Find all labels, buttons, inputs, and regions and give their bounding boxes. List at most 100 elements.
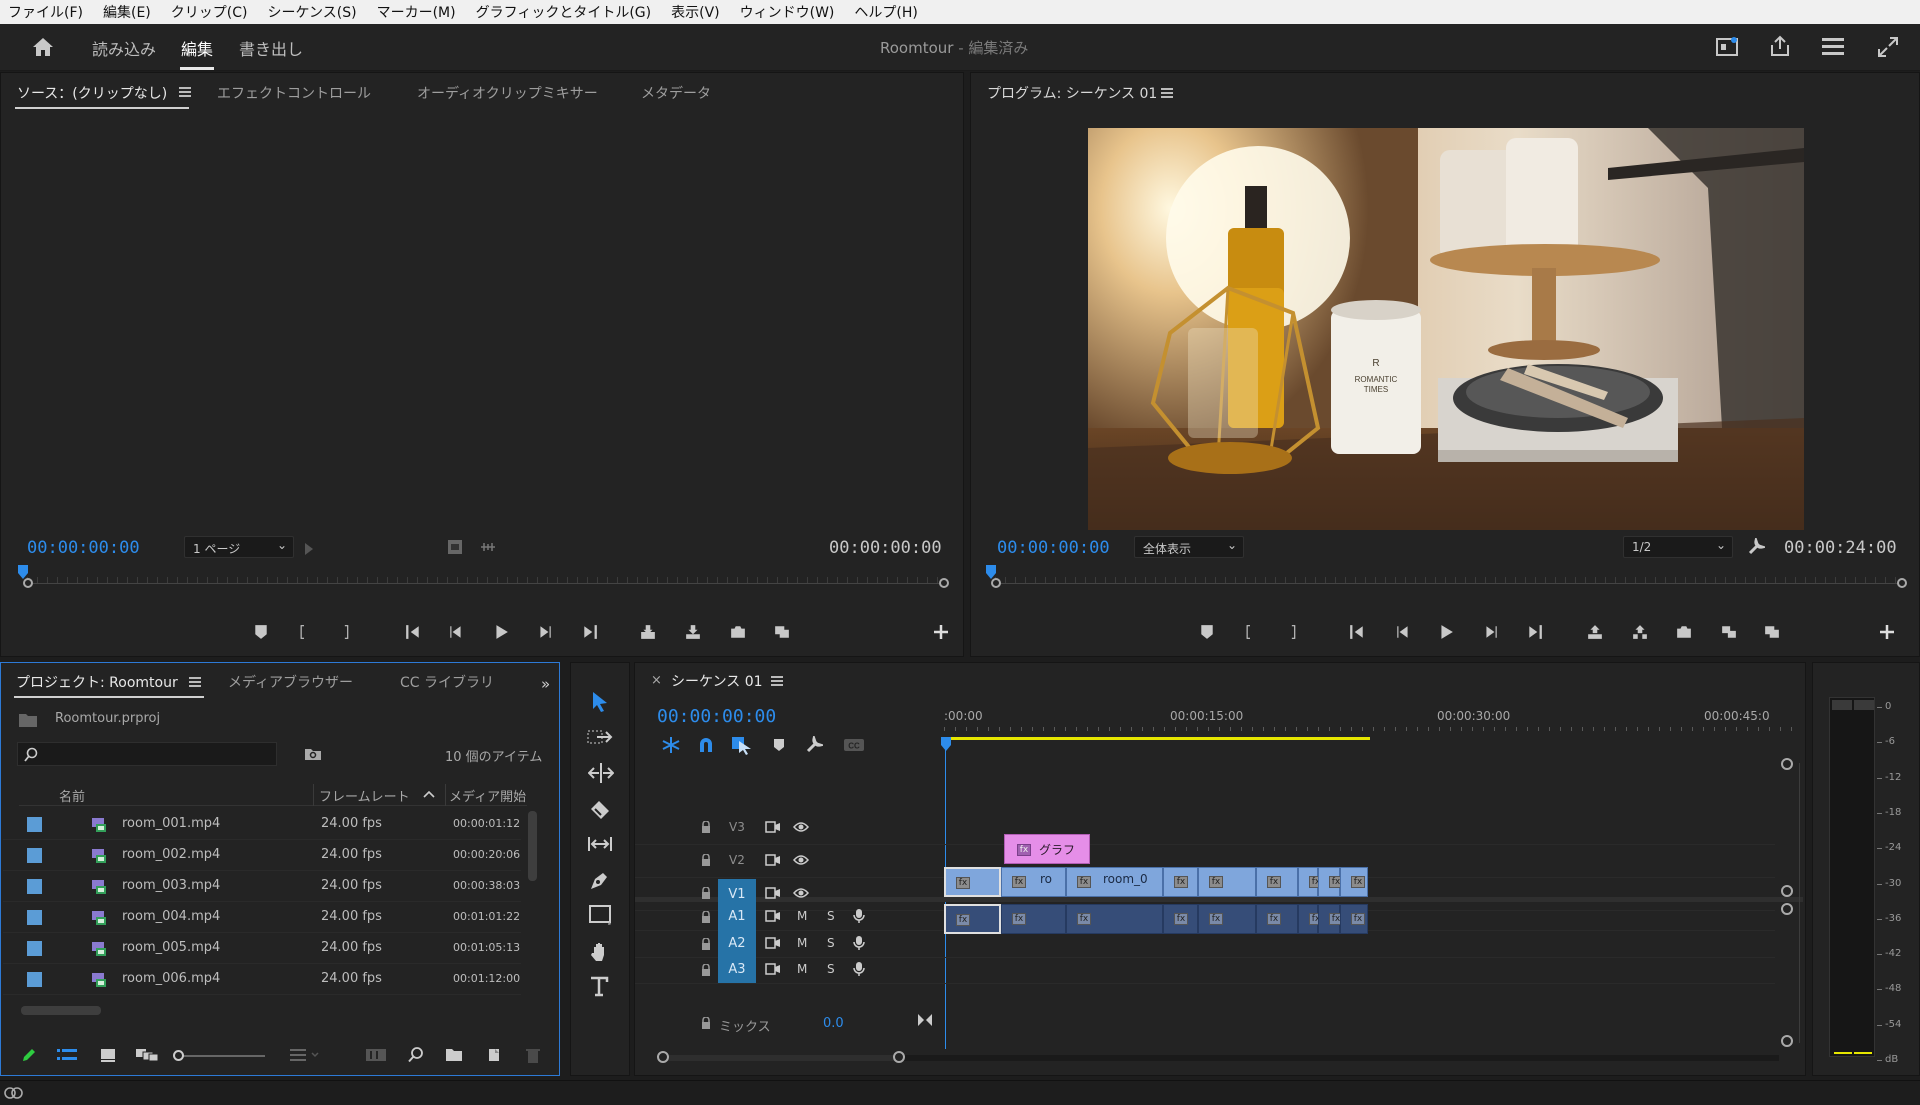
- scroll-handle-video-bottom[interactable]: [1781, 885, 1793, 897]
- razor-tool-icon[interactable]: [589, 799, 611, 821]
- track-target[interactable]: A1: [718, 902, 756, 930]
- write-protect-pencil-icon[interactable]: [21, 1047, 37, 1063]
- source-gotoout-icon[interactable]: [579, 621, 601, 643]
- audio-clip[interactable]: fx: [1163, 904, 1198, 934]
- home-icon[interactable]: [32, 36, 54, 58]
- source-markin-icon[interactable]: [293, 621, 315, 643]
- program-settings-wrench-icon[interactable]: [1747, 538, 1765, 556]
- list-item[interactable]: room_004.mp4 24.00 fps 00:01:01:22: [3, 902, 521, 933]
- track-target[interactable]: A3: [718, 955, 756, 983]
- sequence-menu-icon[interactable]: [771, 676, 783, 686]
- program-scrubber[interactable]: [986, 565, 1909, 597]
- icon-view-icon[interactable]: [100, 1048, 116, 1062]
- track-lock-icon[interactable]: [701, 911, 711, 923]
- selection-tool-icon[interactable]: [590, 691, 610, 713]
- audio-clip[interactable]: fx: [944, 904, 1001, 934]
- column-media-start[interactable]: メディア開始: [449, 786, 526, 805]
- tab-project[interactable]: プロジェクト: Roomtour: [16, 672, 178, 692]
- list-view-icon[interactable]: [57, 1049, 77, 1061]
- track-lock-icon[interactable]: [701, 821, 711, 833]
- source-overwrite-icon[interactable]: [682, 621, 704, 643]
- label-color-swatch[interactable]: [27, 910, 42, 925]
- source-stepback-icon[interactable]: [445, 621, 467, 643]
- creative-cloud-icon[interactable]: [4, 1085, 24, 1101]
- graphic-clip[interactable]: fx グラフ: [1004, 834, 1090, 864]
- scroll-handle-top[interactable]: [1781, 758, 1793, 770]
- source-playhead-timecode[interactable]: 00:00:00:00: [27, 538, 140, 558]
- voice-over-mic-icon[interactable]: [853, 908, 865, 924]
- tab-sequence[interactable]: シーケンス 01: [671, 671, 763, 691]
- column-frame-rate[interactable]: フレームレート: [319, 786, 410, 805]
- video-clip[interactable]: fx: [1256, 867, 1298, 897]
- source-playhead-icon[interactable]: [18, 565, 28, 579]
- program-stepback-icon[interactable]: [1392, 621, 1414, 643]
- timeline-ruler[interactable]: :00:00 00:00:15:00 00:00:30:00 00:00:45:…: [944, 707, 1802, 751]
- panel-overflow-icon[interactable]: »: [541, 675, 550, 693]
- automate-to-sequence-icon[interactable]: [366, 1049, 386, 1061]
- solo-track-button[interactable]: S: [827, 909, 835, 923]
- video-clip[interactable]: fx: [944, 867, 1001, 897]
- timeline-settings-wrench-icon[interactable]: [805, 736, 823, 754]
- tab-metadata[interactable]: メタデータ: [641, 83, 711, 103]
- source-add-button-icon[interactable]: [934, 625, 948, 639]
- timeline-playhead-icon[interactable]: [941, 737, 951, 751]
- audio-clip[interactable]: fx: [1256, 904, 1298, 934]
- menu-item[interactable]: クリップ(C): [171, 2, 248, 22]
- mix-go-to-icon[interactable]: [917, 1013, 933, 1027]
- source-compare-icon[interactable]: [771, 621, 793, 643]
- tab-source[interactable]: ソース：(クリップなし): [17, 83, 167, 103]
- program-marker-icon[interactable]: [1196, 621, 1218, 643]
- voice-over-mic-icon[interactable]: [853, 935, 865, 951]
- video-clip[interactable]: fx: [1318, 867, 1343, 897]
- program-playhead-timecode[interactable]: 00:00:00:00: [997, 538, 1110, 558]
- program-resolution-select[interactable]: 1/2 ⌄: [1623, 536, 1733, 558]
- program-add-button-icon[interactable]: [1880, 625, 1894, 639]
- tab-audio-clip-mixer[interactable]: オーディオクリップミキサー: [417, 83, 598, 103]
- ripple-edit-tool-icon[interactable]: [588, 762, 614, 784]
- list-item[interactable]: room_001.mp4 24.00 fps 00:00:01:12: [3, 809, 521, 840]
- source-camera-icon[interactable]: [727, 621, 749, 643]
- menu-item[interactable]: ファイル(F): [8, 2, 83, 22]
- hand-tool-icon[interactable]: [589, 941, 611, 963]
- sort-ascending-icon[interactable]: [423, 790, 435, 798]
- label-color-swatch[interactable]: [27, 817, 42, 832]
- audio-clip[interactable]: fx: [1318, 904, 1343, 934]
- workspace-edit-tab[interactable]: 編集: [181, 36, 213, 60]
- solo-track-button[interactable]: S: [827, 936, 835, 950]
- video-clip[interactable]: fx: [1298, 867, 1323, 897]
- peak-indicator-left[interactable]: [1832, 700, 1852, 710]
- label-color-swatch[interactable]: [27, 972, 42, 987]
- project-search-input[interactable]: [17, 742, 277, 766]
- source-marker-icon[interactable]: [250, 621, 272, 643]
- audio-clip[interactable]: fx: [1298, 904, 1323, 934]
- label-color-swatch[interactable]: [27, 879, 42, 894]
- list-item[interactable]: room_006.mp4 24.00 fps 00:01:12:00: [3, 964, 521, 995]
- source-drag-audio-icon[interactable]: [479, 541, 497, 553]
- list-item[interactable]: room_003.mp4 24.00 fps 00:00:38:03: [3, 871, 521, 902]
- close-sequence-icon[interactable]: ×: [651, 673, 662, 688]
- sync-lock-icon[interactable]: [765, 910, 781, 922]
- program-compare-icon[interactable]: [1761, 621, 1783, 643]
- program-playhead-icon[interactable]: [986, 565, 996, 579]
- track-lock-icon[interactable]: [701, 938, 711, 950]
- slip-tool-icon[interactable]: [587, 835, 613, 853]
- mix-lock-icon[interactable]: [701, 1017, 711, 1029]
- nest-toggle-icon[interactable]: [661, 736, 681, 754]
- zoom-slider[interactable]: [173, 1050, 265, 1061]
- source-stepfwd-icon[interactable]: [534, 621, 556, 643]
- video-clip[interactable]: fx: [1340, 867, 1368, 897]
- program-menu-icon[interactable]: [1161, 88, 1173, 98]
- tab-effect-controls[interactable]: エフェクトコントロール: [217, 83, 371, 103]
- sync-lock-icon[interactable]: [765, 821, 781, 833]
- source-play-icon[interactable]: [490, 621, 512, 643]
- linked-selection-icon[interactable]: [731, 735, 753, 755]
- clear-trash-icon[interactable]: [526, 1047, 540, 1063]
- mute-track-button[interactable]: M: [797, 962, 807, 976]
- source-markout-icon[interactable]: [335, 621, 357, 643]
- scroll-handle-audio-top[interactable]: [1781, 903, 1793, 915]
- sync-lock-icon[interactable]: [765, 854, 781, 866]
- track-target[interactable]: A2: [718, 929, 756, 957]
- toggle-output-eye-icon[interactable]: [793, 854, 809, 866]
- menu-item[interactable]: 表示(V): [671, 2, 720, 22]
- track-select-forward-tool-icon[interactable]: [587, 728, 613, 746]
